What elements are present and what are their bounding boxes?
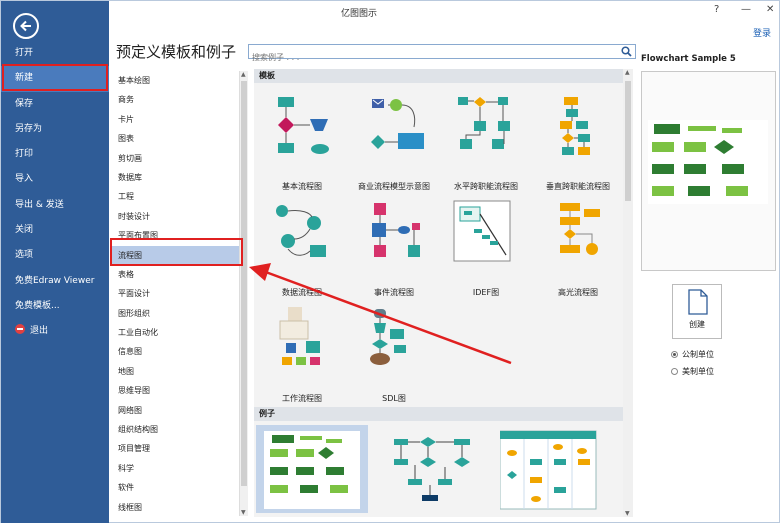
app-window: 打开 新建 保存 另存为 打印 导入 导出 & 发送 关闭 选项 免费Edraw… <box>0 0 780 523</box>
annotation-arrow <box>249 263 512 365</box>
